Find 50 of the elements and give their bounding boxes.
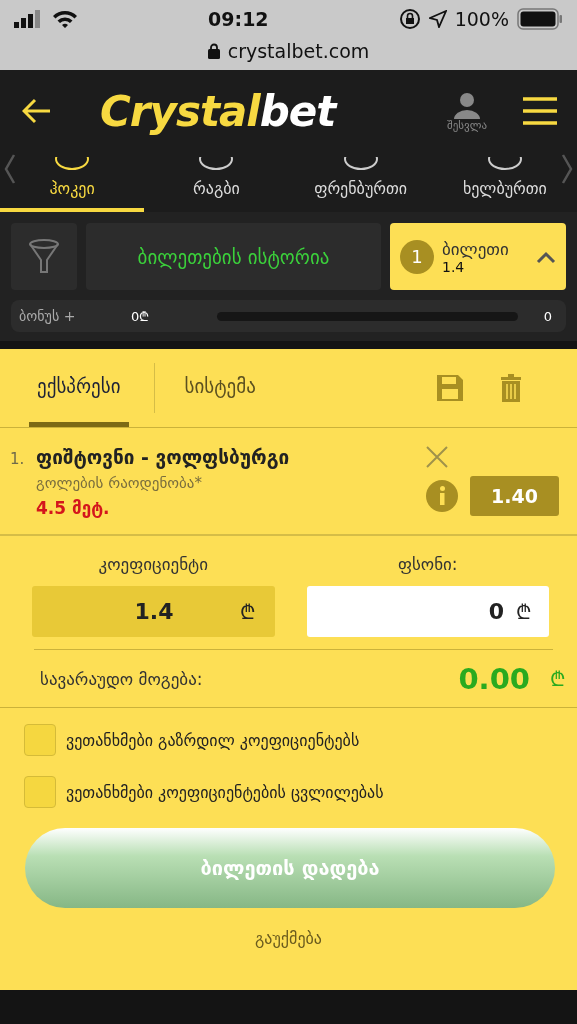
bonus-amount: 0₾	[131, 308, 151, 325]
funnel-icon	[28, 238, 60, 275]
sport-tab[interactable]: რაგბი	[144, 152, 289, 212]
match-title: ფიშტოვნი - ვოლფსბურგი	[36, 446, 291, 468]
ticket-history-button[interactable]: ბილეთების ისტორია	[86, 223, 381, 290]
checkbox[interactable]	[24, 724, 56, 756]
location-arrow-icon	[428, 10, 447, 28]
selection-number: 1.	[10, 449, 26, 468]
filter-button[interactable]	[11, 223, 77, 290]
odds-label: კოეფიციენტი	[97, 554, 209, 574]
market-name: გოლების რაოდენობა*	[36, 474, 203, 492]
ticket-toggle-button[interactable]: 1 ბილეთი 1.4	[390, 223, 566, 290]
crystalbet-logo: Crystalbet	[100, 86, 339, 136]
save-icon[interactable]	[437, 375, 463, 401]
bonus-value: 0	[543, 308, 552, 324]
info-icon[interactable]	[426, 480, 458, 512]
betslip-tab[interactable]: სისტემა	[154, 349, 286, 427]
bonus-label: ბონუს +	[19, 308, 77, 324]
checkbox[interactable]	[24, 776, 56, 808]
rotation-lock-icon	[398, 8, 421, 30]
checkbox-label: ვეთანხმები კოეფიციენტების ცვლილებას	[66, 782, 384, 802]
stake-field[interactable]: 0 ₾	[306, 586, 549, 637]
possible-win-value: 0.00	[458, 661, 530, 696]
stake-label: ფსონი:	[396, 554, 459, 574]
lock-icon	[207, 43, 220, 59]
battery-percent: 100%	[454, 8, 509, 30]
close-icon[interactable]	[426, 446, 448, 468]
betslip-tab[interactable]: ექსპრესი	[29, 349, 129, 427]
odds-value: 1.4	[134, 599, 174, 624]
battery-icon	[517, 8, 563, 30]
pick-label: 4.5 მეტ.	[36, 498, 111, 518]
status-time: 09:12	[208, 8, 269, 30]
cancel-link[interactable]: გაუქმება	[249, 928, 328, 949]
sport-tab[interactable]: ხელბურთი	[432, 152, 577, 212]
currency-sign: ₾	[239, 599, 255, 625]
back-arrow-icon[interactable]	[22, 98, 52, 124]
checkbox-label: ვეთანხმები გაზრდილ კოეფიციენტებს	[66, 730, 360, 750]
possible-win-label: სავარაუდო მოგება:	[40, 668, 204, 689]
wifi-icon	[52, 9, 78, 29]
trash-icon[interactable]	[501, 374, 521, 402]
sport-tab[interactable]: ფრენბურთი	[288, 152, 433, 212]
stake-value: 0	[488, 599, 504, 624]
menu-icon[interactable]	[523, 97, 557, 125]
caret-up-icon	[536, 249, 556, 264]
currency-sign: ₾	[550, 666, 565, 692]
address-url[interactable]: crystalbet.com	[227, 40, 370, 62]
login-button[interactable]: შესვლა	[447, 90, 487, 132]
scroll-right-icon[interactable]	[561, 154, 573, 184]
scroll-left-icon[interactable]	[4, 154, 16, 184]
currency-sign: ₾	[516, 599, 531, 625]
